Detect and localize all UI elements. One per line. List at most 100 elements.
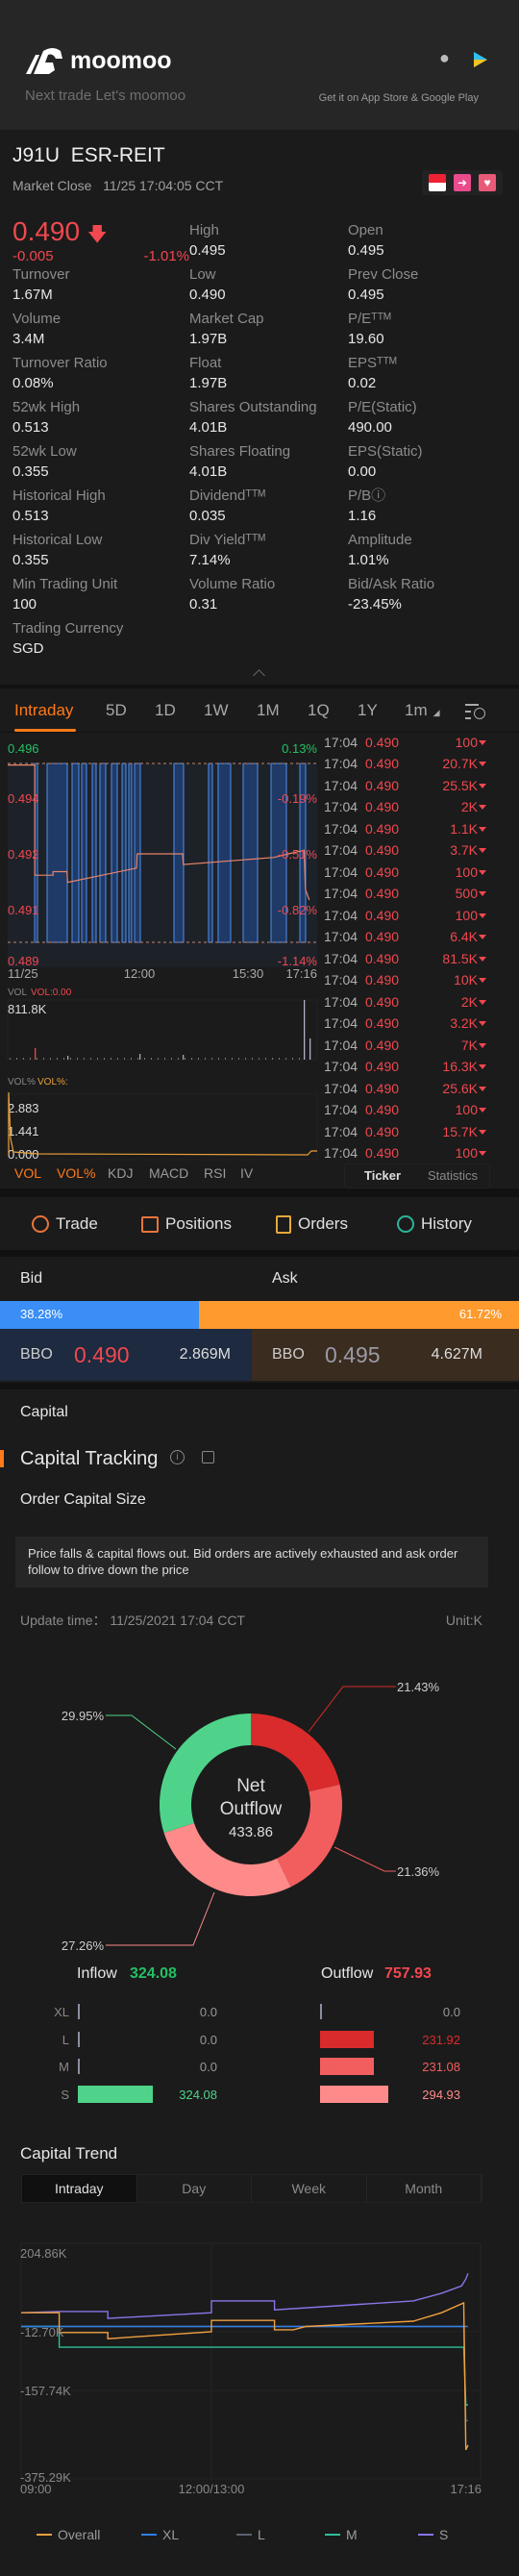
donut-center-line2: Outflow [220,1799,283,1819]
stat: Open 0.495 [348,222,384,259]
ticker-price: 0.490 [365,886,400,901]
indicator-iv[interactable]: IV [240,1165,253,1181]
positions-button[interactable]: Positions [141,1213,232,1235]
volume-bar [104,1058,105,1060]
indicator-rsi[interactable]: RSI [204,1165,226,1181]
sell-arrow-icon [479,935,486,939]
tab-1w[interactable]: 1W [204,701,229,720]
x-label: 17:16 [285,966,317,981]
capital-description-box: Price falls & capital flows out. Bid ord… [15,1537,488,1588]
outflow-value: 231.92 [422,2032,460,2047]
ticker-row: 17:04 0.490 100 [324,1142,495,1162]
ticker-row: 17:04 0.490 100 [324,905,495,927]
ask-bbo[interactable]: BBO 0.495 4.627M [252,1329,519,1381]
unit-label: Unit:K [445,1613,482,1628]
volume-bar [77,1058,78,1060]
legend-label: Overall [58,2527,101,2542]
ticker-volume: 1.1K [450,820,478,837]
trend-y-label: 204.86K [20,2246,67,2261]
slice-leader-line [106,1891,215,1946]
indicator-macd[interactable]: MACD [149,1165,188,1181]
legend-overall[interactable]: Overall [37,2525,100,2544]
volume-bar [63,1058,64,1060]
tab-statistics[interactable]: Statistics [428,1166,478,1186]
ticker-row: 17:04 0.490 15.7K [324,1121,495,1143]
capital-title: Capital [20,1404,68,1420]
ticker-price: 0.490 [365,950,400,966]
vol-plot-frame [7,999,318,1061]
ticker-time: 17:04 [324,950,358,966]
history-button[interactable]: History [397,1213,472,1235]
legend-xl[interactable]: XL [141,2525,179,2544]
trend-tab-intraday[interactable]: Intraday [22,2175,137,2202]
update-time: Update time： 11/25/2021 17:04 CCT [20,1613,245,1628]
volume-bar [198,1058,199,1060]
slice-label: 29.95% [62,1709,105,1723]
ticker-row: 17:04 0.490 81.5K [324,948,495,970]
legend-swatch [236,2534,252,2536]
share-icon[interactable] [202,1451,214,1463]
inflow-bar [78,2031,80,2047]
size-label: XL [54,2005,69,2019]
trend-line-m [21,2325,468,2406]
indicator-kdj[interactable]: KDJ [108,1165,133,1181]
x-label: 12:00 [124,966,156,981]
slice-label: 21.43% [397,1680,440,1694]
google-play-icon[interactable] [473,51,488,68]
volume-bar [97,1058,98,1060]
tab-5d[interactable]: 5D [106,701,127,720]
lightning-level1-icon[interactable]: ➜ [454,174,471,191]
tab-ticker[interactable]: Ticker [364,1166,401,1186]
bid-bbo[interactable]: BBO 0.490 2.869M [0,1329,252,1381]
avg-price-stripe [81,763,87,943]
legend-l[interactable]: L [236,2525,265,2544]
order-capital-size-label: Order Capital Size [20,1491,146,1508]
pct-label-top: 0.13% [282,741,317,756]
trend-tab-month[interactable]: Month [367,2175,482,2202]
outflow-label: Outflow [321,1965,374,1982]
trend-tab-day[interactable]: Day [137,2175,252,2202]
info-icon[interactable]: i [170,1450,185,1464]
tab-1q[interactable]: 1Q [308,701,330,720]
ticker-volume: 3.7K [450,842,478,858]
avg-price-stripe [173,763,185,943]
trend-tab-week[interactable]: Week [252,2175,367,2202]
ticker-row: 17:04 0.490 20.7K [324,753,495,775]
legend-m[interactable]: M [325,2525,358,2544]
store-link[interactable]: Get it on App Store & Google Play [319,88,479,108]
tab-1y[interactable]: 1Y [358,701,378,720]
intraday-price-chart[interactable]: 0.496 0.494 0.492 0.491 0.489 0.13% -0.1… [0,735,323,1163]
stat: Amplitude 1.01% [348,532,412,568]
ticker-time: 17:04 [324,777,358,793]
avg-price-stripe [71,763,80,943]
vol-label: VOL [8,988,27,998]
heart-icon[interactable]: ♥ [479,174,496,191]
outflow-total: 757.93 [384,1965,432,1982]
tab-intraday[interactable]: Intraday [14,701,73,720]
sell-arrow-icon [479,913,486,918]
tab-1m[interactable]: 1M [257,701,280,720]
stat: Float 1.97B [189,355,228,391]
trade-button[interactable]: Trade [32,1213,98,1235]
legend-s[interactable]: S [418,2525,448,2544]
indicator-volpct[interactable]: VOL% [57,1165,95,1181]
donut-slice[interactable] [277,1784,343,1888]
ticker-time: 17:04 [324,842,358,858]
volume-bar [30,1058,31,1060]
bbo-label: BBO [20,1346,53,1363]
volume-bar [10,1058,11,1060]
tab-1d[interactable]: 1D [155,701,176,720]
orders-button[interactable]: Orders [276,1213,348,1235]
ticker-price: 0.490 [365,735,400,750]
tab-1min-dropdown[interactable]: 1m ◢ [405,701,440,722]
ticker-time: 17:04 [324,993,358,1010]
ticker-list[interactable]: 17:04 0.490 100 17:04 0.490 20.7K 17:04 0.490 25… [324,735,495,1162]
indicator-vol[interactable]: VOL [14,1165,41,1181]
volume-bar [158,1058,159,1060]
capital-tracking-title: Capital Tracking [20,1448,159,1469]
x-label: 15:30 [233,966,264,981]
chart-settings-icon[interactable] [465,702,486,721]
ticker-time: 17:04 [324,735,358,750]
positions-label: Positions [165,1214,232,1233]
apple-icon[interactable]: ● [439,48,450,67]
